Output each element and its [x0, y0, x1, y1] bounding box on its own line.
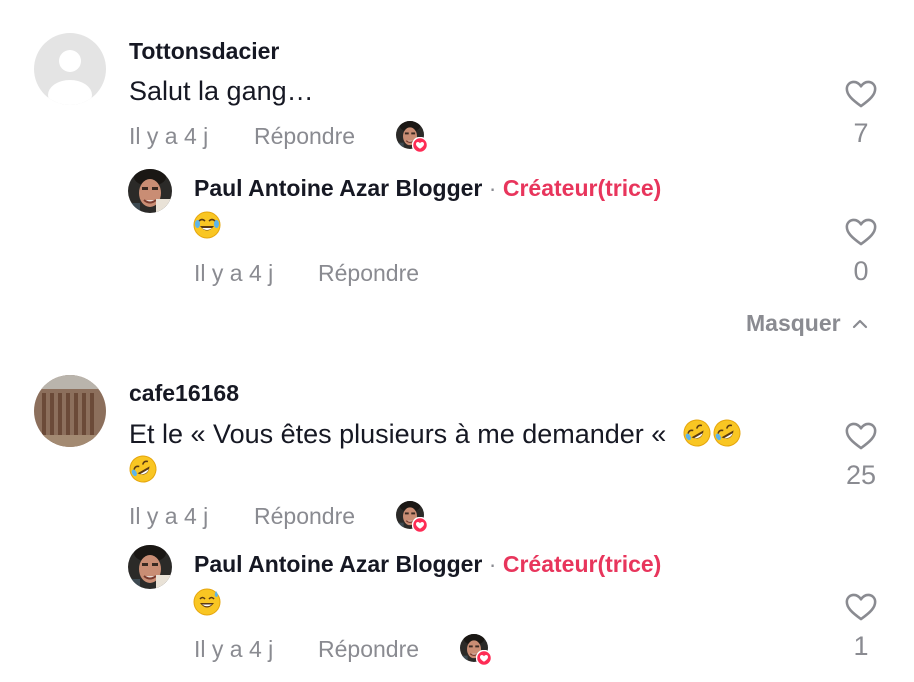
- creator-badge: Créateur(trice): [502, 175, 662, 201]
- reply-timestamp: Il y a 4 j: [194, 636, 274, 662]
- rolling-on-floor-laughing-icon: [712, 418, 742, 448]
- like-count: 1: [853, 631, 869, 661]
- reply-button[interactable]: Répondre: [254, 503, 355, 530]
- comment-timestamp: Il y a 4 j: [129, 503, 209, 529]
- face-with-tears-of-joy-icon: [192, 210, 222, 240]
- liked-heart-icon: [412, 137, 428, 153]
- reply-username[interactable]: Paul Antoine Azar Blogger: [194, 551, 482, 577]
- creator-liked-badge: [460, 634, 492, 666]
- creator-liked-badge: [396, 121, 428, 153]
- hide-replies-label: Masquer: [746, 310, 841, 336]
- comment-username[interactable]: Tottonsdacier: [129, 38, 279, 65]
- hide-replies-button[interactable]: Masquer: [746, 310, 869, 337]
- creator-avatar[interactable]: [128, 169, 172, 213]
- liked-heart-icon: [476, 650, 492, 666]
- creator-liked-badge: [396, 501, 428, 533]
- like-count: 7: [853, 118, 869, 148]
- reply-button[interactable]: Répondre: [318, 260, 419, 287]
- separator-dot: ·: [488, 175, 497, 201]
- rolling-on-floor-laughing-icon: [128, 454, 158, 484]
- reply-username[interactable]: Paul Antoine Azar Blogger: [194, 175, 482, 201]
- reply-username-line: Paul Antoine Azar Blogger · Créateur(tri…: [194, 551, 661, 578]
- reply-button[interactable]: Répondre: [318, 636, 419, 663]
- reply-timestamp: Il y a 4 j: [194, 260, 274, 286]
- comment-timestamp: Il y a 4 j: [129, 123, 209, 149]
- reply-username-line: Paul Antoine Azar Blogger · Créateur(tri…: [194, 175, 661, 202]
- like-heart-icon[interactable]: [844, 419, 878, 453]
- like-heart-icon[interactable]: [844, 215, 878, 249]
- creator-avatar-image: [128, 545, 172, 589]
- user-avatar[interactable]: [34, 375, 106, 447]
- like-count: 0: [853, 256, 869, 286]
- separator-dot: ·: [488, 551, 497, 577]
- grinning-face-with-sweat-icon: [192, 587, 222, 617]
- like-heart-icon[interactable]: [844, 590, 878, 624]
- creator-avatar-image: [128, 169, 172, 213]
- creator-avatar[interactable]: [128, 545, 172, 589]
- like-count: 25: [845, 460, 877, 490]
- chevron-up-icon: [852, 319, 867, 328]
- comment-text-line: Et le « Vous êtes plusieurs à me demande…: [129, 418, 742, 450]
- rolling-on-floor-laughing-icon: [682, 418, 712, 448]
- liked-heart-icon: [412, 517, 428, 533]
- reply-button[interactable]: Répondre: [254, 123, 355, 150]
- creator-badge: Créateur(trice): [502, 551, 662, 577]
- comment-text: Salut la gang…: [129, 76, 314, 106]
- user-placeholder-icon: [34, 33, 106, 105]
- comment-username[interactable]: cafe16168: [129, 380, 239, 407]
- comment-text: Et le « Vous êtes plusieurs à me demande…: [129, 419, 674, 449]
- default-avatar[interactable]: [34, 33, 106, 105]
- user-avatar-image: [34, 375, 106, 447]
- like-heart-icon[interactable]: [844, 77, 878, 111]
